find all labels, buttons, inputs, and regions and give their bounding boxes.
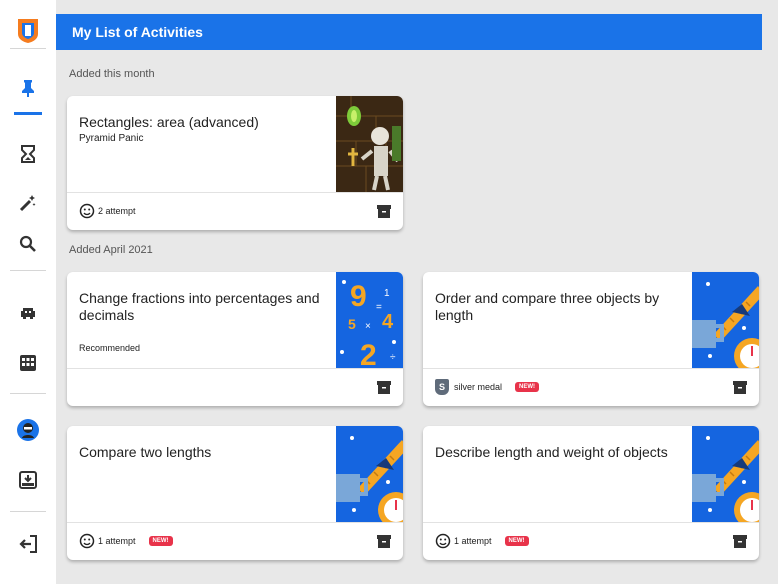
archive-button[interactable] [733,535,747,553]
search-icon[interactable] [0,224,56,264]
svg-text:=: = [376,302,382,313]
avatar[interactable] [0,410,56,450]
medal-icon: S [435,379,449,395]
archive-button[interactable] [377,205,391,223]
card-thumbnail [692,426,759,528]
card-title: Order and compare three objects by lengt… [435,290,660,323]
svg-text:×: × [365,321,371,332]
attempt-count: 1 attempt [454,536,492,546]
activity-card[interactable]: Change fractions into percentages and de… [67,272,403,406]
archive-icon [377,205,391,218]
card-footer: S silver medal NEW! [435,378,540,396]
sidebar [0,0,56,584]
logo-icon[interactable] [0,11,56,51]
svg-text:4: 4 [382,311,394,333]
medal-label: silver medal [454,382,503,392]
attempt-count: 1 attempt [98,536,136,546]
hourglass-icon[interactable] [0,134,56,174]
pin-icon[interactable] [0,68,56,108]
card-thumbnail [336,426,403,528]
smiley-icon [435,533,451,549]
activity-card[interactable]: Order and compare three objects by lengt… [423,272,759,406]
card-footer: 1 attempt NEW! [435,532,529,550]
archive-icon [377,381,391,394]
card-thumbnail [336,96,403,192]
archive-button[interactable] [377,535,391,553]
card-subtitle: Pyramid Panic [79,133,144,144]
archive-button[interactable] [377,381,391,399]
section-label-this-month: Added this month [69,68,155,80]
card-footer: 1 attempt NEW! [79,532,173,550]
card-title: Rectangles: area (advanced) [79,114,259,130]
attempt-count: 2 attempt [98,206,136,216]
card-footer: 2 attempt [79,202,136,220]
grid-icon[interactable] [0,343,56,383]
svg-text:÷: ÷ [390,352,396,363]
activity-card[interactable]: Describe length and weight of objects 1 … [423,426,759,560]
card-thumbnail [692,272,759,374]
svg-text:9: 9 [350,280,367,313]
recommended-label: Recommended [79,343,141,353]
alien-icon[interactable] [0,294,56,334]
section-label-april-2021: Added April 2021 [69,244,153,256]
page-header: My List of Activities [56,14,762,50]
logout-icon[interactable] [0,524,56,564]
activity-card[interactable]: Compare two lengths 1 attempt NEW! [67,426,403,560]
svg-text:2: 2 [360,339,377,368]
smiley-icon [79,203,95,219]
activity-card[interactable]: Rectangles: area (advanced) Pyramid Pani… [67,96,403,230]
svg-text:5: 5 [348,316,356,332]
card-title: Describe length and weight of objects [435,444,668,460]
card-title: Change fractions into percentages and de… [79,290,320,323]
magic-wand-icon[interactable] [0,183,56,223]
card-thumbnail: 9 5 4 2 1 = × ÷ [336,272,403,372]
new-badge: NEW! [515,382,540,392]
smiley-icon [79,533,95,549]
archive-icon [377,535,391,548]
page-title: My List of Activities [72,24,203,40]
inbox-icon[interactable] [0,460,56,500]
active-indicator [14,112,42,115]
new-badge: NEW! [504,536,529,546]
new-badge: NEW! [148,536,173,546]
archive-button[interactable] [733,381,747,399]
archive-icon [733,381,747,394]
svg-text:1: 1 [384,288,390,299]
card-title: Compare two lengths [79,444,212,460]
archive-icon [733,535,747,548]
